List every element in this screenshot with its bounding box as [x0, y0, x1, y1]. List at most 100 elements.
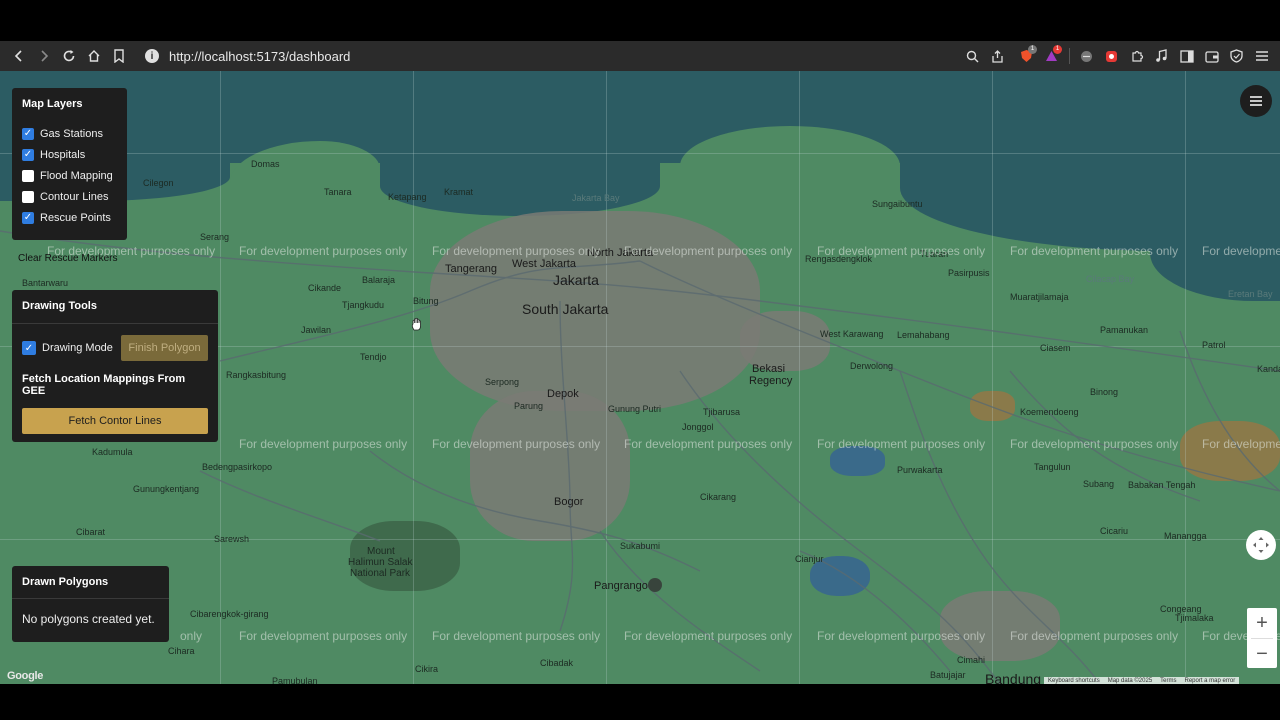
- dev-watermark: For development purposes only: [432, 629, 601, 643]
- place-label: Bogor: [554, 496, 584, 508]
- place-label: Sukabumi: [620, 541, 661, 551]
- checkbox-unchecked-icon[interactable]: [22, 190, 34, 203]
- place-label: Kanda: [1257, 364, 1280, 374]
- place-label: Cimahi: [957, 655, 986, 665]
- map-footer: Keyboard shortcuts Map data ©2025 Terms …: [1044, 677, 1240, 684]
- drawing-tools-panel: Drawing Tools ✓ Drawing Mode Finish Poly…: [12, 290, 218, 442]
- place-label: West Jakarta: [512, 258, 576, 270]
- vpn-shield-icon[interactable]: [1224, 41, 1249, 71]
- place-label: Koemendoeng: [1020, 407, 1079, 417]
- wallet-icon[interactable]: [1199, 41, 1224, 71]
- checkbox-checked-icon[interactable]: ✓: [22, 127, 34, 140]
- place-label: Cianjur: [795, 554, 824, 564]
- window-bottom-strip: [0, 684, 1280, 720]
- divider: [1064, 41, 1074, 71]
- place-label: Tjangkudu: [342, 300, 385, 310]
- puzzle-icon[interactable]: [1124, 41, 1149, 71]
- address-bar[interactable]: i http://localhost:5173/dashboard: [137, 41, 960, 71]
- place-label: Pangrango: [594, 580, 648, 592]
- place-label: Depok: [547, 388, 579, 400]
- google-logo: Google: [7, 670, 44, 682]
- hand-cursor-icon: [410, 317, 424, 336]
- layer-toggle-hospitals[interactable]: ✓ Hospitals: [22, 144, 117, 165]
- layer-label: Hospitals: [40, 148, 86, 161]
- place-label: Bekasi: [752, 363, 786, 375]
- layer-toggle-rescue-points[interactable]: ✓ Rescue Points: [22, 207, 117, 228]
- checkbox-unchecked-icon[interactable]: [22, 169, 34, 182]
- layer-toggle-contour-lines[interactable]: Contour Lines: [22, 186, 117, 207]
- place-label: Serpong: [485, 377, 520, 387]
- dev-watermark: For development purposes only: [239, 629, 408, 643]
- sidebar-icon[interactable]: [1174, 41, 1199, 71]
- bookmark-icon[interactable]: [106, 41, 131, 71]
- keyboard-shortcuts-link[interactable]: Keyboard shortcuts: [1048, 678, 1100, 684]
- dev-watermark: For development purposes only: [817, 437, 986, 451]
- home-icon[interactable]: [81, 41, 106, 71]
- map-layers-panel: Map Layers ✓ Gas Stations ✓ Hospitals Fl…: [12, 88, 127, 240]
- fetch-locations-button[interactable]: Fetch Location Mappings From GEE: [22, 371, 208, 398]
- place-label: Bandung: [985, 671, 1042, 684]
- place-label: Bedengpasirkopo: [202, 462, 273, 472]
- clear-rescue-markers-button[interactable]: Clear Rescue Markers: [18, 253, 117, 264]
- place-label: Serang: [200, 232, 230, 242]
- zoom-control: + −: [1247, 608, 1277, 668]
- zoom-icon[interactable]: [960, 41, 985, 71]
- reload-icon[interactable]: [56, 41, 81, 71]
- place-label: Bitung: [413, 296, 439, 306]
- zoom-in-button[interactable]: +: [1247, 608, 1277, 638]
- share-icon[interactable]: [985, 41, 1010, 71]
- dev-watermark: For developme: [1202, 437, 1280, 451]
- site-info-icon[interactable]: i: [145, 49, 159, 63]
- place-label: Regency: [749, 375, 793, 387]
- place-label: Pamanukan: [1100, 325, 1149, 335]
- finish-polygon-button[interactable]: Finish Polygon: [121, 335, 208, 361]
- dev-watermark: For development purposes only: [239, 244, 408, 258]
- fetch-contour-lines-button[interactable]: Fetch Contor Lines: [22, 408, 208, 434]
- extension-red-icon[interactable]: [1099, 41, 1124, 71]
- rewards-icon[interactable]: 1: [1039, 41, 1064, 71]
- place-label: Rangkasbitung: [226, 370, 287, 380]
- browser-toolbar: i http://localhost:5173/dashboard 1 1: [0, 41, 1280, 71]
- layer-label: Contour Lines: [40, 190, 109, 203]
- layer-toggle-gas-stations[interactable]: ✓ Gas Stations: [22, 123, 117, 144]
- place-label: Cikarang: [700, 492, 737, 502]
- music-icon[interactable]: [1149, 41, 1174, 71]
- place-label: Cicariu: [1100, 526, 1129, 536]
- place-label: Tendjo: [360, 352, 387, 362]
- drawing-mode-checkbox[interactable]: ✓: [22, 341, 36, 355]
- checkbox-checked-icon[interactable]: ✓: [22, 148, 34, 161]
- checkbox-checked-icon[interactable]: ✓: [22, 211, 34, 224]
- back-icon[interactable]: [6, 41, 31, 71]
- layer-toggle-flood-mapping[interactable]: Flood Mapping: [22, 165, 117, 186]
- panel-title: Map Layers: [22, 98, 83, 110]
- extension-circle-icon[interactable]: [1074, 41, 1099, 71]
- place-label: Eretan Bay: [1228, 289, 1273, 299]
- layer-label: Gas Stations: [40, 127, 103, 140]
- place-label: Kramat: [444, 187, 474, 197]
- camera-control-button[interactable]: [1246, 530, 1276, 560]
- dev-watermark: For developme: [1202, 244, 1280, 258]
- report-error-link[interactable]: Report a map error: [1185, 678, 1236, 684]
- place-label: Cihara: [168, 646, 195, 656]
- place-label: Muaratjilamaja: [1010, 292, 1069, 302]
- dev-watermark: For development purposes only: [624, 437, 793, 451]
- place-label: South Jakarta: [522, 301, 609, 317]
- dev-watermark: only: [180, 629, 203, 643]
- dev-watermark: For development purposes only: [1010, 437, 1179, 451]
- place-label: Tangerang: [445, 263, 497, 275]
- place-label: Gunungkentjang: [133, 484, 200, 494]
- zoom-out-button[interactable]: −: [1247, 639, 1277, 669]
- dev-watermark: For development purposes only: [239, 437, 408, 451]
- dev-watermark: For development purposes only: [432, 244, 601, 258]
- brave-shield-icon[interactable]: 1: [1014, 41, 1039, 71]
- place-label: Manangga: [1164, 531, 1207, 541]
- terms-link[interactable]: Terms: [1160, 678, 1176, 684]
- place-label: Cilegon: [143, 178, 174, 188]
- place-label: Tjibarusa: [703, 407, 741, 417]
- place-label: Jakarta: [553, 272, 599, 288]
- forward-icon[interactable]: [31, 41, 56, 71]
- menu-icon[interactable]: [1249, 41, 1274, 71]
- map-menu-button[interactable]: [1240, 85, 1272, 117]
- move-arrows-icon: [1253, 537, 1269, 553]
- dev-watermark: For development purposes only: [624, 629, 793, 643]
